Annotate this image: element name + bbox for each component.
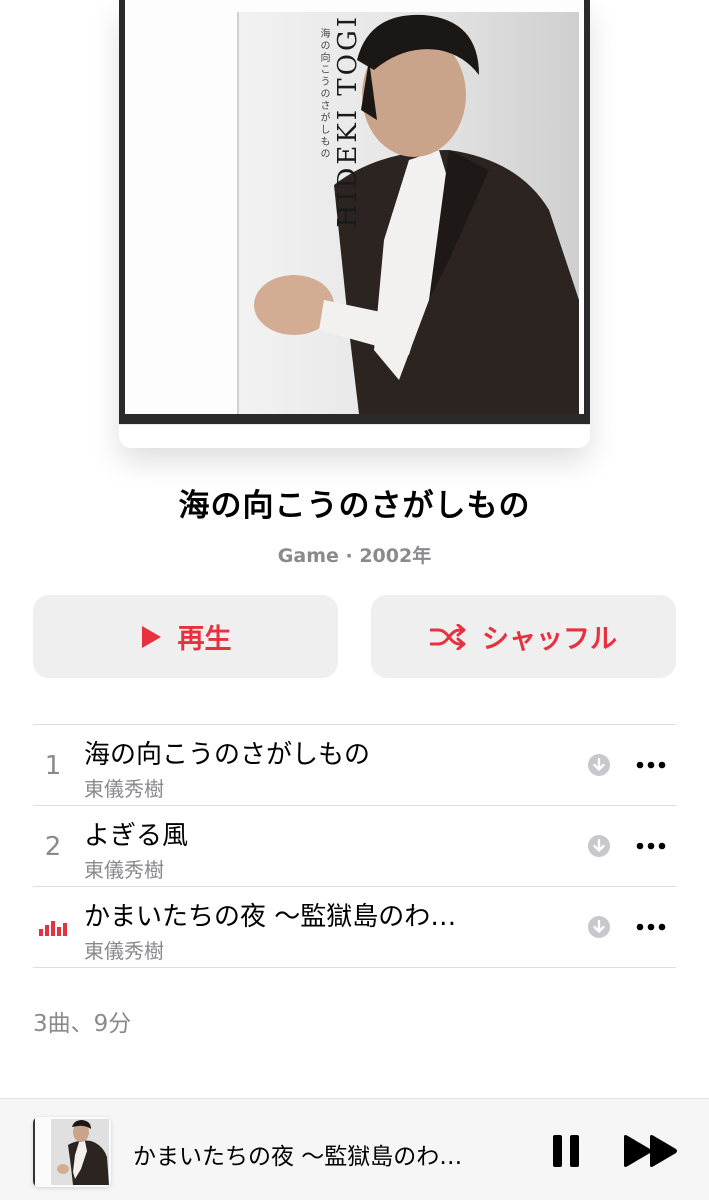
mini-player-title: かまいたちの夜 〜監獄島のわ… (133, 1144, 463, 1170)
track-row[interactable]: 2 よぎる風 東儀秀樹 (33, 806, 676, 887)
play-icon (140, 625, 162, 649)
album-summary: 3曲、9分 (33, 1011, 132, 1037)
track-title: かまいたちの夜 〜監獄島のわ… (84, 902, 457, 932)
shuffle-icon (430, 623, 466, 650)
track-number: 2 (44, 832, 62, 862)
track-title: よぎる風 (84, 821, 189, 851)
play-button-label: 再生 (177, 624, 232, 655)
album-artwork: HIDEKI TOGI 海の向こうのさがしもの (119, 0, 590, 448)
shuffle-button[interactable]: シャッフル (371, 595, 676, 678)
track-list: 1 海の向こうのさがしもの 東儀秀樹 2 よぎる風 東儀秀樹 かまいたちの夜 〜… (33, 724, 676, 968)
track-artist: 東儀秀樹 (84, 858, 164, 882)
download-icon[interactable] (588, 754, 610, 776)
album-page: HIDEKI TOGI 海の向こうのさがしもの 海の向こうのさがしもの Game… (0, 0, 709, 1200)
track-artist: 東儀秀樹 (84, 939, 164, 963)
shuffle-button-label: シャッフル (482, 624, 617, 655)
artwork-image: HIDEKI TOGI 海の向こうのさがしもの (119, 0, 590, 425)
mini-player-artwork[interactable] (33, 1117, 111, 1187)
track-row[interactable]: かまいたちの夜 〜監獄島のわ… 東儀秀樹 (33, 887, 676, 968)
album-title: 海の向こうのさがしもの (178, 488, 531, 524)
forward-icon[interactable] (622, 1133, 680, 1169)
album-meta: Game · 2002年 (277, 545, 432, 567)
artwork-title-text: HIDEKI TOGI (333, 14, 363, 228)
track-row[interactable]: 1 海の向こうのさがしもの 東儀秀樹 (33, 725, 676, 806)
mini-player[interactable]: かまいたちの夜 〜監獄島のわ… (0, 1098, 709, 1200)
track-title: 海の向こうのさがしもの (84, 740, 371, 770)
play-button[interactable]: 再生 (33, 595, 338, 678)
track-number: 1 (44, 751, 62, 781)
more-icon[interactable] (634, 833, 668, 859)
more-icon[interactable] (634, 914, 668, 940)
pause-icon[interactable] (548, 1133, 584, 1169)
more-icon[interactable] (634, 752, 668, 778)
artwork-subtitle-text: 海の向こうのさがしもの (318, 28, 329, 160)
download-icon[interactable] (588, 835, 610, 857)
track-artist: 東儀秀樹 (84, 777, 164, 801)
now-playing-icon (39, 918, 67, 940)
download-icon[interactable] (588, 916, 610, 938)
